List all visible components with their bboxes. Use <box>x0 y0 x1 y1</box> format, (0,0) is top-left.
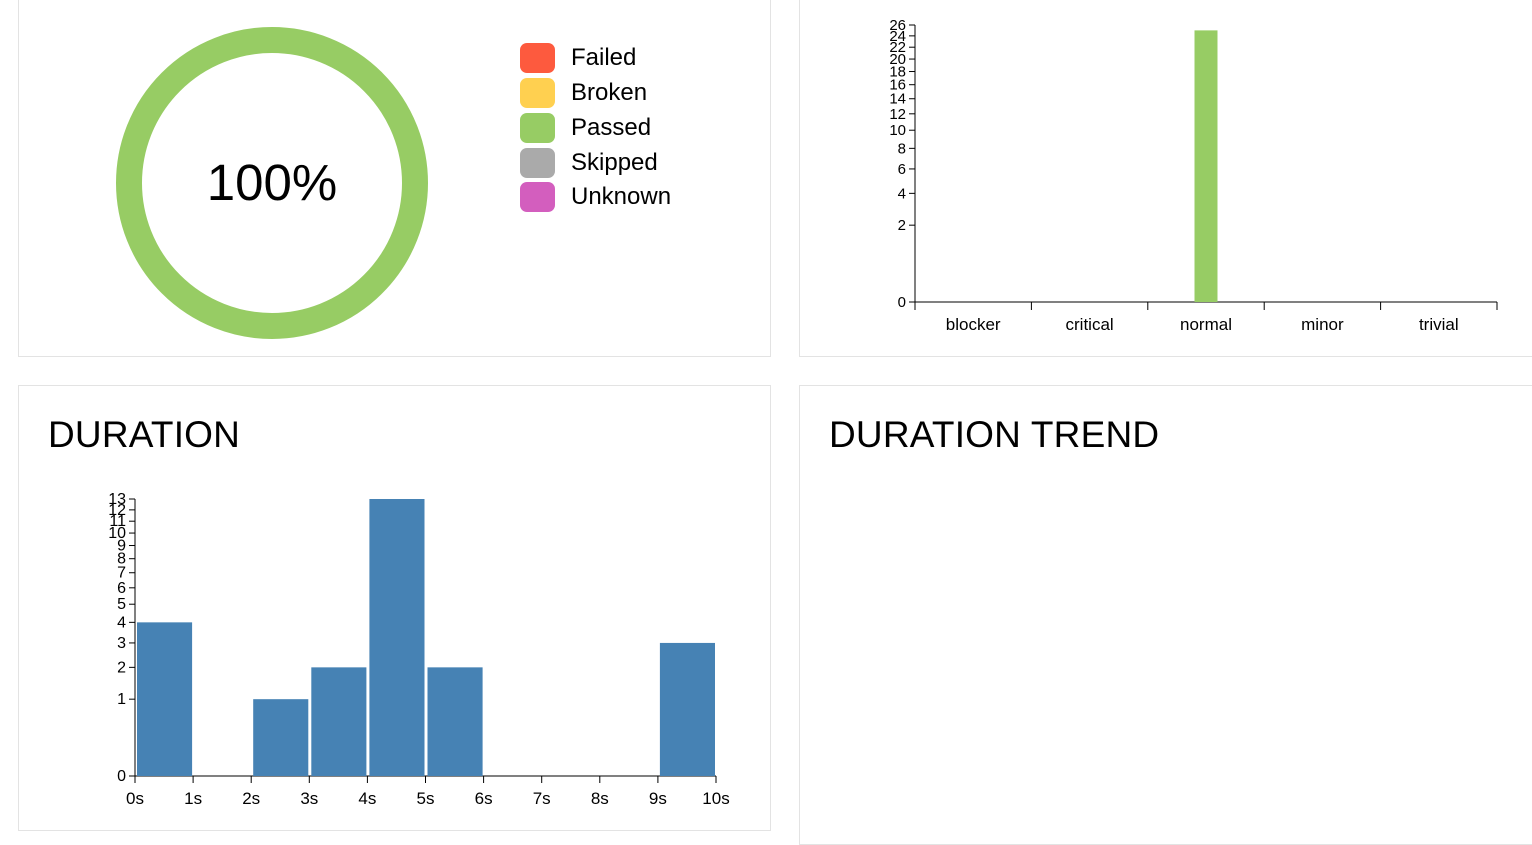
legend-item-skipped[interactable]: Skipped <box>520 145 671 180</box>
duration-y-tick-label: 0 <box>117 768 126 785</box>
status-donut-chart: 100% <box>116 27 428 339</box>
duration-x-tick-label: 10s <box>702 789 729 808</box>
duration-x-tick-label: 2s <box>242 789 260 808</box>
legend-item-failed[interactable]: Failed <box>520 41 671 76</box>
severity-y-tick-label: 2 <box>898 217 906 234</box>
severity-x-tick-label: critical <box>1066 315 1114 334</box>
duration-x-tick-label: 6s <box>475 789 493 808</box>
severity-x-tick-label: normal <box>1180 315 1232 334</box>
severity-panel: 0 2 4 6 8 10 12 14 16 18 20 22 24 26 blocker critical no… <box>799 0 1532 357</box>
severity-y-tick-label: 12 <box>889 106 906 123</box>
duration-y-tick-label: 4 <box>117 614 126 631</box>
failed-swatch-icon <box>520 43 555 74</box>
passed-swatch-icon <box>520 112 555 143</box>
duration-bar-9s <box>659 642 715 776</box>
duration-x-tick-label: 9s <box>649 789 667 808</box>
duration-x-tick-label: 7s <box>533 789 551 808</box>
duration-x-tick-label: 4s <box>358 789 376 808</box>
duration-y-tick-label: 1 <box>117 691 126 708</box>
unknown-swatch-icon <box>520 182 555 213</box>
skipped-swatch-icon <box>520 147 555 178</box>
severity-x-tick-label: minor <box>1301 315 1344 334</box>
duration-bar-0s <box>137 622 193 776</box>
legend-label-unknown: Unknown <box>571 183 672 211</box>
duration-x-tick-label: 3s <box>300 789 318 808</box>
duration-trend-panel: DURATION TREND <box>799 385 1532 845</box>
duration-title: DURATION <box>48 414 241 455</box>
severity-bar-normal <box>1194 30 1218 303</box>
legend-item-passed[interactable]: Passed <box>520 111 671 146</box>
duration-x-tick-label: 0s <box>126 789 144 808</box>
duration-trend-title: DURATION TREND <box>829 414 1160 455</box>
duration-x-tick-label: 5s <box>417 789 435 808</box>
severity-bar-chart: 02468101214161820222426blocker critical no… <box>889 17 1498 334</box>
severity-y-tick-label: 26 <box>889 17 906 34</box>
status-panel: 100% Failed Broken Passed Skipped Unknow… <box>18 0 771 357</box>
duration-y-tick-label: 6 <box>117 580 126 597</box>
severity-y-tick-label: 6 <box>898 161 906 178</box>
legend-label-passed: Passed <box>571 113 652 141</box>
duration-bar-4s <box>369 499 425 776</box>
duration-x-tick-label: 8s <box>591 789 609 808</box>
duration-panel: DURATION 0 1 2 3 4 5 6 7 8 9 10 11 12 13 0s 1s 2s 3s 4s 5s 6… <box>18 385 771 831</box>
severity-y-tick-label: 4 <box>898 185 906 202</box>
broken-swatch-icon <box>520 78 555 109</box>
legend-label-failed: Failed <box>571 44 637 72</box>
duration-bar-5s <box>427 667 483 776</box>
legend-item-unknown[interactable]: Unknown <box>520 180 671 215</box>
severity-y-tick-label: 0 <box>898 294 906 311</box>
duration-y-tick-label: 3 <box>117 635 126 652</box>
status-legend: Failed Broken Passed Skipped Unknown <box>520 41 671 215</box>
legend-label-skipped: Skipped <box>571 148 658 176</box>
severity-y-tick-label: 8 <box>898 140 906 157</box>
severity-x-tick-label: trivial <box>1419 315 1459 334</box>
donut-percent-label: 100% <box>206 154 338 211</box>
legend-item-broken[interactable]: Broken <box>520 76 671 111</box>
duration-y-tick-label: 2 <box>117 659 126 676</box>
legend-label-broken: Broken <box>571 79 648 107</box>
duration-y-tick-label: 5 <box>117 596 126 613</box>
duration-bar-2s <box>253 699 309 776</box>
duration-x-tick-label: 1s <box>184 789 202 808</box>
duration-bar-3s <box>311 667 367 776</box>
severity-y-tick-label: 10 <box>889 122 906 139</box>
severity-x-tick-label: blocker <box>946 315 1001 334</box>
duration-y-tick-label: 13 <box>108 491 126 508</box>
